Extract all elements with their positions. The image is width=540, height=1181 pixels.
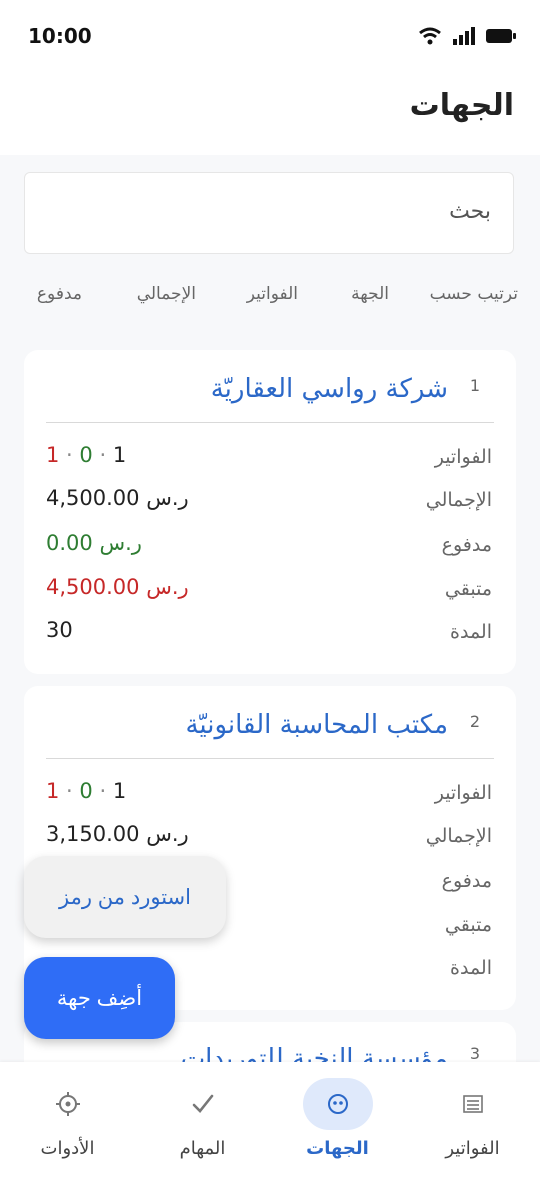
total-value: 4,500.00 ر.س: [46, 486, 189, 510]
invoices-count: 1 · 0 · 1: [46, 779, 127, 803]
total-label: الإجمالي: [425, 489, 492, 511]
total-label: الإجمالي: [425, 825, 492, 847]
sort-option-entity[interactable]: الجهة: [351, 284, 389, 304]
invoices-label: الفواتير: [434, 446, 492, 468]
tasks-icon: [168, 1078, 238, 1130]
status-time: 10:00: [28, 24, 92, 48]
sort-option-invoices[interactable]: الفواتير: [247, 284, 298, 304]
sort-option-total[interactable]: الإجمالي: [137, 284, 196, 304]
nav-label: المهام: [179, 1138, 226, 1159]
card-index: 1: [469, 376, 480, 395]
nav-item-tasks[interactable]: المهام: [135, 1062, 270, 1181]
invoices-total-count: 1: [112, 443, 127, 467]
tools-icon: [33, 1078, 103, 1130]
contacts-icon: [302, 1078, 373, 1130]
invoices-paid-count: 0: [79, 779, 93, 803]
total-value: 3,150.00 ر.س: [46, 822, 189, 846]
invoices-total-count: 1: [112, 779, 127, 803]
card-index: 2: [469, 712, 480, 731]
nav-item-invoices[interactable]: الفواتير: [405, 1062, 540, 1181]
nav-item-contacts[interactable]: الجهات: [270, 1062, 405, 1181]
duration-label: المدة: [450, 621, 492, 643]
import-from-code-button[interactable]: استورد من رمز: [24, 856, 226, 938]
page-title: الجهات: [409, 88, 514, 123]
signal-icon: [453, 27, 475, 45]
invoices-paid-count: 0: [79, 443, 93, 467]
remaining-label: متبقي: [444, 578, 492, 600]
status-icons: [418, 26, 516, 46]
wifi-icon: [419, 27, 441, 45]
add-entity-button[interactable]: أضِف جهة: [24, 957, 175, 1039]
card-divider: [46, 758, 494, 759]
search-input[interactable]: بحث: [24, 172, 514, 254]
paid-value: 0.00 ر.س: [46, 531, 142, 555]
invoices-icon: [438, 1078, 508, 1130]
paid-label: مدفوع: [441, 534, 492, 556]
nav-label: الفواتير: [445, 1138, 500, 1159]
invoices-count: 1 · 0 · 1: [46, 443, 127, 467]
search-placeholder: بحث: [449, 199, 491, 224]
nav-label: الأدوات: [40, 1138, 95, 1159]
card-title: مكتب المحاسبة القانونيّة: [185, 710, 448, 740]
status-bar: 10:00: [0, 0, 540, 70]
bottom-navigation: الفواتير الجهات المهام الأدوات: [0, 1062, 540, 1181]
duration-label: المدة: [450, 957, 492, 979]
sort-bar: ترتيب حسب الجهة الفواتير الإجمالي مدفوع: [24, 284, 518, 314]
sort-option-paid[interactable]: مدفوع: [37, 284, 82, 304]
sort-label: ترتيب حسب: [429, 284, 518, 304]
nav-label: الجهات: [306, 1138, 369, 1159]
remaining-value: 4,500.00 ر.س: [46, 575, 189, 599]
invoices-unpaid-count: 1: [46, 443, 60, 467]
paid-label: مدفوع: [441, 870, 492, 892]
invoices-label: الفواتير: [434, 782, 492, 804]
duration-value: 30: [46, 618, 73, 642]
invoices-unpaid-count: 1: [46, 779, 60, 803]
nav-item-tools[interactable]: الأدوات: [0, 1062, 135, 1181]
card-title: شركة رواسي العقاريّة: [210, 374, 448, 404]
card-index: 3: [469, 1044, 480, 1063]
card-divider: [46, 422, 494, 423]
app-header: الجهات: [0, 70, 540, 155]
entity-card[interactable]: 1 شركة رواسي العقاريّة الفواتير 1 · 0 · …: [24, 350, 516, 674]
remaining-label: متبقي: [444, 914, 492, 936]
battery-icon: [486, 29, 516, 43]
